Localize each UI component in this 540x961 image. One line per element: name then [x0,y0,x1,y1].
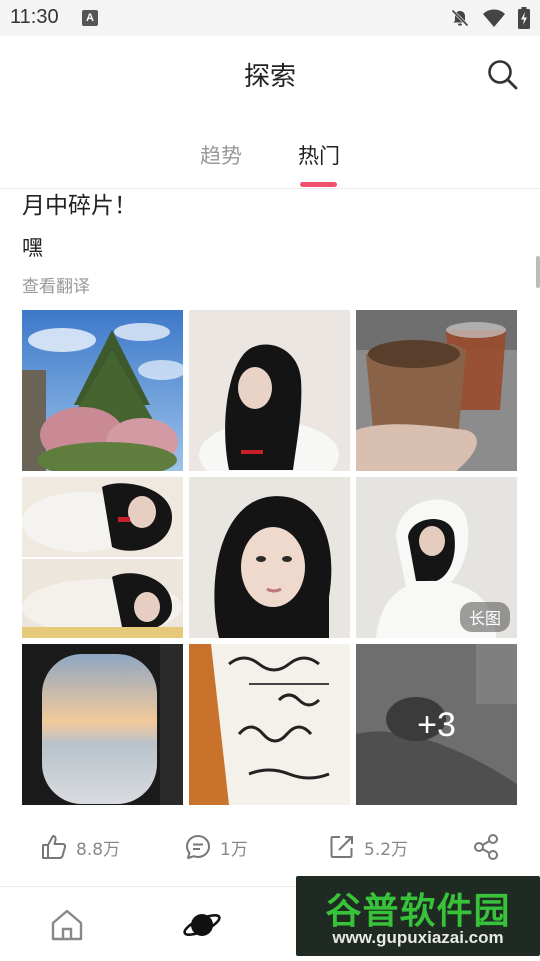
photo-3[interactable] [356,310,517,471]
photo-5[interactable] [189,477,350,638]
home-icon [51,909,83,941]
like-button[interactable]: 8.8万 [40,832,120,862]
photo-1[interactable] [22,310,183,471]
photo-2[interactable] [189,310,350,471]
closeup-photo [189,477,350,638]
comment-count: 1万 [220,839,248,860]
planet-icon [183,914,221,936]
portrait-photo [189,310,350,471]
photo-4[interactable] [22,477,183,638]
repost-count: 5.2万 [364,839,409,860]
watermark-title: 谷普软件园 [325,891,511,932]
tab-trending[interactable]: 趋势 [200,140,242,170]
tab-bar: 趋势 热门 [0,112,540,189]
photo-6[interactable]: 长图 [356,477,517,638]
translate-link[interactable]: 查看翻译 [22,272,90,297]
status-bar: 11:30 A [0,0,540,36]
status-icons [450,7,530,29]
selfie-photo [22,477,183,638]
window-photo [22,644,183,805]
comment-icon [186,835,210,859]
post-action-bar: 8.8万 1万 5.2万 [0,818,540,878]
watermark: 谷普软件园 www.gupuxiazai.com [296,876,540,956]
photo-8[interactable] [189,644,350,805]
nav-explore[interactable] [182,905,222,945]
nav-home[interactable] [47,905,87,945]
post-title: 月中碎片！ [22,193,137,219]
more-photos-count: +3 [417,706,456,744]
like-count: 8.8万 [76,839,121,860]
notifications-off-icon [451,9,469,27]
status-time: 11:30 [10,6,59,28]
signed-book-photo [189,644,350,805]
comment-button[interactable]: 1万 [184,832,248,862]
repost-button[interactable]: 5.2万 [328,832,408,862]
repost-icon [330,836,353,858]
watermark-url: www.gupuxiazai.com [332,928,504,947]
scrollbar-thumb[interactable] [536,256,540,288]
page-title: 探索 [243,62,296,92]
battery-charging-icon [518,7,530,29]
coffee-photo [356,310,517,471]
photo-9[interactable]: +3 [356,644,517,805]
wifi-icon [483,9,505,27]
header: 探索 [0,36,540,112]
active-tab-indicator [300,182,337,187]
photo-7[interactable] [22,644,183,805]
share-button[interactable] [472,832,500,862]
share-nodes-icon [474,834,498,860]
search-icon [488,60,518,90]
long-image-badge: 长图 [459,602,510,632]
search-button[interactable] [486,58,520,92]
tree-photo [22,310,183,471]
post-text: 嘿 [22,236,43,260]
thumbs-up-icon [42,835,67,859]
app-notification-icon: A [82,10,98,26]
tab-hot[interactable]: 热门 [298,140,340,170]
